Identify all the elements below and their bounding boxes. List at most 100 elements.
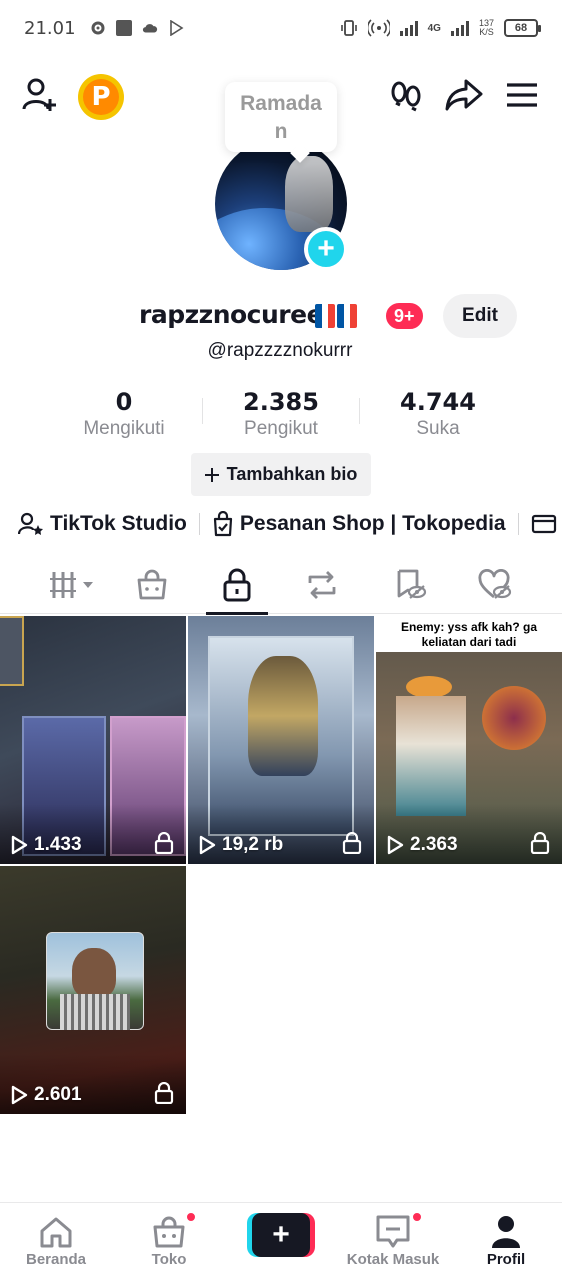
app-notification-icon	[115, 20, 132, 36]
france-flag-icon	[315, 304, 335, 328]
video-thumbnail[interactable]: 19,2 rb	[188, 616, 374, 864]
shop-orders-link[interactable]: Pesanan Shop | Tokopedia	[212, 511, 506, 537]
thumbnail-art	[406, 676, 452, 698]
video-thumbnail[interactable]: Enemy: yss afk kah? ga keliatan dari tad…	[376, 616, 562, 864]
network-type: 4G	[427, 22, 441, 34]
video-caption: Enemy: yss afk kah? ga keliatan dari tad…	[376, 616, 562, 652]
stat-following-value: 0	[115, 388, 133, 416]
shop-orders-label: Pesanan Shop | Tokopedia	[239, 512, 506, 535]
stat-divider	[202, 398, 203, 424]
nav-home-label: Beranda	[25, 1251, 87, 1268]
thumbnail-art	[60, 994, 130, 1030]
bottom-navigation: Beranda Toko + Kotak Masuk Profil	[0, 1202, 562, 1280]
thumbnail-art	[72, 948, 116, 998]
inbox-message-icon	[376, 1215, 410, 1248]
stat-following[interactable]: 0 Mengikuti	[62, 388, 186, 440]
play-icon	[11, 835, 28, 855]
tab-shop[interactable]	[122, 556, 182, 614]
view-count-text: 19,2 rb	[222, 834, 284, 855]
stat-likes-label: Suka	[416, 418, 460, 439]
add-bio-button[interactable]: Tambahkan bio	[191, 453, 371, 496]
add-friend-button[interactable]	[18, 70, 62, 120]
plus-icon	[204, 467, 219, 482]
lock-icon	[154, 832, 174, 854]
stat-likes-value: 4.744	[400, 388, 476, 416]
net-speed-unit: K/S	[479, 27, 494, 37]
play-store-icon	[169, 20, 184, 36]
shop-bag-icon	[137, 569, 167, 600]
shop-bag-icon	[153, 1216, 185, 1248]
plus-icon: +	[317, 232, 335, 265]
thumbnail-art	[482, 686, 546, 750]
lock-icon	[530, 832, 550, 854]
tab-favorites[interactable]	[380, 556, 440, 614]
play-icon	[11, 1085, 28, 1105]
battery-level: 68	[514, 22, 528, 34]
create-button[interactable]: +	[247, 1213, 315, 1257]
menu-button[interactable]	[500, 70, 544, 120]
stat-followers-value: 2.385	[243, 388, 319, 416]
inbox-notification-dot	[411, 1211, 423, 1223]
wallet-icon	[531, 514, 556, 534]
tiktok-studio-label: TikTok Studio	[50, 512, 187, 535]
signal-icon	[399, 20, 418, 36]
lock-icon	[223, 568, 251, 602]
edit-profile-button[interactable]: Edit	[443, 294, 517, 338]
stat-followers-label: Pengikut	[244, 418, 318, 439]
lock-icon	[154, 1082, 174, 1104]
user-star-icon	[18, 512, 43, 535]
username: rapzznocuree	[139, 300, 324, 329]
link-divider	[517, 513, 519, 535]
vibrate-icon	[340, 20, 357, 36]
share-profile-button[interactable]	[442, 70, 486, 120]
avatar-figure-graphic	[285, 156, 333, 232]
repost-icon	[308, 571, 336, 599]
shopping-bag-check-icon	[213, 511, 232, 537]
nav-profile[interactable]: Profil	[450, 1213, 562, 1268]
view-count: 19,2 rb	[198, 834, 283, 856]
note-bubble-text: Ramadan	[240, 92, 322, 143]
grid-bars-dropdown-icon	[50, 572, 93, 598]
share-arrow-icon	[445, 79, 483, 111]
content-tabs	[0, 556, 562, 615]
thumbnail-art	[396, 696, 466, 816]
video-thumbnail[interactable]: 2.601	[0, 866, 186, 1114]
cloud-icon	[142, 24, 157, 33]
video-thumbnail[interactable]: 1.433	[0, 616, 186, 864]
france-flag-icon	[337, 304, 357, 328]
hotspot-icon	[367, 19, 390, 37]
user-handle: @rapzzzznokurrr	[0, 340, 562, 362]
shop-notification-dot	[185, 1211, 197, 1223]
view-count: 2.601	[10, 1084, 82, 1106]
tiktok-studio-link[interactable]: TikTok Studio	[18, 511, 187, 537]
tab-private[interactable]	[206, 556, 268, 615]
battery-icon: 68	[504, 19, 541, 37]
nav-home[interactable]: Beranda	[0, 1213, 112, 1268]
add-story-button[interactable]: +	[304, 227, 348, 271]
notification-badge[interactable]: 9+	[384, 301, 425, 331]
nav-shop-label: Toko	[151, 1251, 187, 1268]
profile-person-icon	[492, 1216, 520, 1248]
note-bubble[interactable]: Ramadan	[225, 82, 337, 152]
tab-reposts[interactable]	[292, 556, 352, 614]
status-time: 21.01	[24, 17, 76, 39]
thumbnail-art	[248, 656, 318, 776]
status-right-icons: 4G 137 K/S 68	[340, 19, 541, 37]
stat-followers[interactable]: 2.385 Pengikut	[218, 388, 344, 440]
more-link[interactable]	[531, 513, 557, 535]
add-bio-label: Tambahkan bio	[226, 464, 358, 484]
footprints-icon	[391, 81, 421, 112]
thumbnail-art	[0, 616, 24, 686]
nav-shop[interactable]: Toko	[113, 1211, 225, 1268]
coin-icon: P	[83, 79, 119, 115]
profile-views-button[interactable]	[384, 70, 428, 120]
profile-links: TikTok Studio Pesanan Shop | Tokopedia	[0, 505, 562, 543]
lock-icon	[342, 832, 362, 854]
stat-likes[interactable]: 4.744 Suka	[376, 388, 500, 440]
tab-videos[interactable]	[44, 556, 104, 614]
nav-inbox[interactable]: Kotak Masuk	[337, 1211, 449, 1268]
add-user-icon	[22, 78, 56, 111]
tab-liked[interactable]	[465, 556, 525, 614]
coins-button[interactable]: P	[78, 74, 124, 120]
bookmark-hidden-icon	[397, 569, 427, 599]
